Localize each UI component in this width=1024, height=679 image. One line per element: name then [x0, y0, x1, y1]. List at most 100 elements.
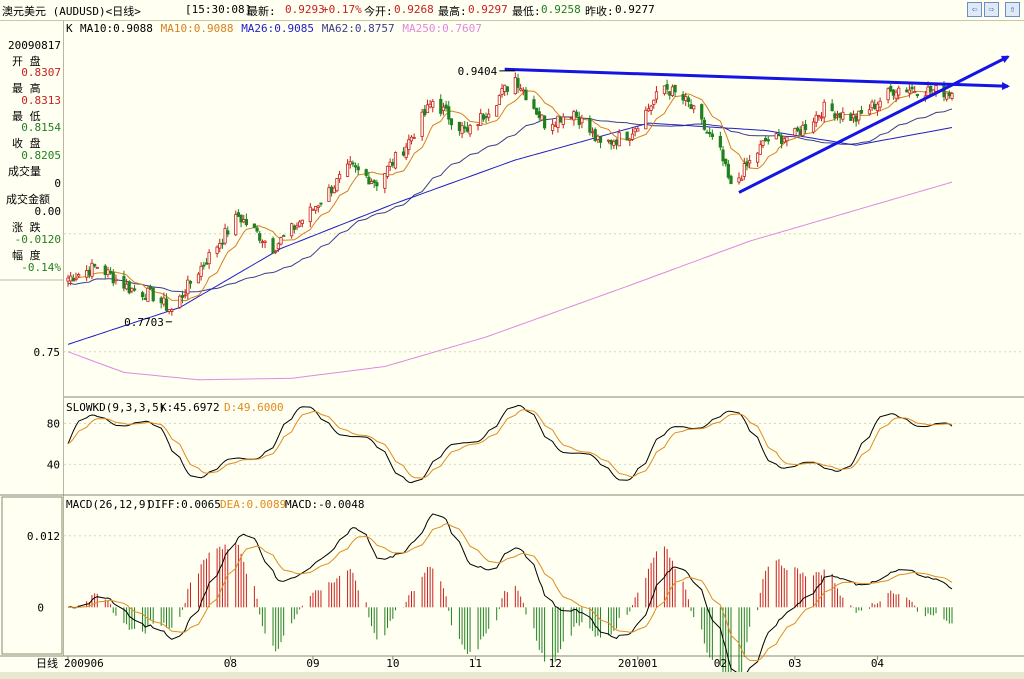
candle-body: [431, 101, 435, 108]
candle-body: [513, 77, 517, 95]
candle-body: [726, 163, 730, 178]
macd-dea-legend: DEA:0.0089: [220, 498, 286, 511]
candle-body: [556, 115, 560, 128]
candle-body: [889, 86, 893, 92]
candle-body: [649, 105, 653, 111]
candle-body: [314, 206, 318, 211]
candle-body: [766, 139, 770, 142]
ma250-line: [67, 181, 953, 381]
status-bar: [0, 672, 1024, 679]
candle-body: [782, 138, 786, 143]
candle-body: [668, 91, 672, 96]
candle-body: [814, 114, 818, 123]
candle-body: [207, 252, 211, 265]
candle-body: [897, 87, 901, 96]
candle-body: [761, 140, 765, 146]
kd-k-legend: K:45.6972: [160, 401, 220, 414]
candle-body: [950, 93, 954, 99]
candle-body: [540, 114, 544, 121]
candle-body: [617, 132, 621, 147]
candle-body: [577, 116, 581, 126]
candle-body: [878, 100, 882, 108]
candle-body: [69, 275, 73, 282]
price-chart[interactable]: 0.9404 0.7703 K MA10:0.9088 MA10:0.9088 MA26…: [0, 0, 1024, 679]
candle-body: [196, 273, 201, 284]
candle-body: [870, 101, 874, 109]
candle-body: [369, 181, 374, 184]
diff-series: [67, 513, 953, 679]
candle-body: [625, 131, 629, 141]
candle-body: [276, 243, 280, 250]
candle-body: [271, 238, 275, 254]
candle-body: [742, 163, 746, 177]
candle-body: [95, 266, 99, 269]
candle-body: [628, 138, 632, 141]
candle-body: [670, 86, 675, 96]
candle-body: [332, 187, 336, 194]
candle-body: [702, 119, 706, 130]
candle-body: [867, 109, 872, 115]
candle-body: [77, 274, 81, 277]
candlesticks[interactable]: [66, 72, 954, 316]
candle-body: [122, 276, 126, 289]
candle-body: [590, 131, 595, 134]
candle-body: [85, 270, 89, 278]
candle-body: [721, 149, 725, 162]
candle-body: [710, 133, 714, 138]
legend-ma10: MA10:0.9088: [161, 22, 234, 35]
candle-body: [532, 99, 536, 109]
price-annotations: 0.9404 0.7703: [124, 65, 516, 329]
candle-body: [159, 297, 163, 304]
candle-body: [915, 93, 919, 97]
candle-body: [910, 86, 914, 90]
candle-body: [636, 128, 640, 132]
candle-body: [234, 214, 238, 236]
candle-body: [199, 265, 203, 277]
candle-body: [186, 279, 190, 295]
candle-body: [740, 178, 744, 181]
candle-body: [606, 139, 611, 142]
grid: [64, 233, 1024, 353]
candle-body: [505, 86, 509, 92]
candle-body: [572, 111, 576, 121]
candle-body: [330, 186, 334, 194]
candle-body: [729, 175, 733, 185]
candle-body: [646, 108, 651, 112]
kd-d-legend: D:49.6000: [224, 401, 284, 414]
candle-body: [260, 241, 264, 244]
candle-body: [849, 113, 853, 121]
candle-body: [689, 104, 693, 109]
candle-body: [785, 136, 789, 142]
candle-body: [748, 160, 752, 164]
candle-body: [681, 94, 685, 101]
x-axis-tick-label: 03: [788, 657, 801, 670]
candle-body: [519, 88, 523, 91]
candle-body: [353, 165, 358, 168]
candle-body: [705, 131, 709, 134]
x-axis-tick-label: 201001: [618, 657, 658, 670]
candle-body: [841, 111, 845, 120]
candle-body: [718, 135, 722, 148]
candle-body: [383, 173, 387, 189]
candle-body: [319, 202, 323, 205]
candle-body: [93, 263, 97, 267]
candle-body: [367, 176, 371, 185]
candle-body: [886, 88, 890, 101]
candle-body: [391, 162, 395, 166]
candle-body: [151, 287, 155, 302]
candle-body: [311, 208, 315, 211]
candle-body: [412, 137, 416, 139]
candle-body: [223, 228, 227, 244]
candle-body: [274, 250, 278, 253]
candle-body: [830, 103, 834, 112]
candle-body: [300, 219, 304, 224]
candle-body: [127, 281, 131, 294]
candle-body: [934, 85, 938, 92]
candle-body: [215, 246, 219, 254]
kd-y-tick: 40: [47, 458, 60, 471]
candle-body: [774, 133, 778, 140]
candle-body: [819, 116, 824, 119]
candle-body: [503, 84, 507, 92]
candle-body: [140, 292, 145, 298]
candle-body: [569, 117, 573, 119]
